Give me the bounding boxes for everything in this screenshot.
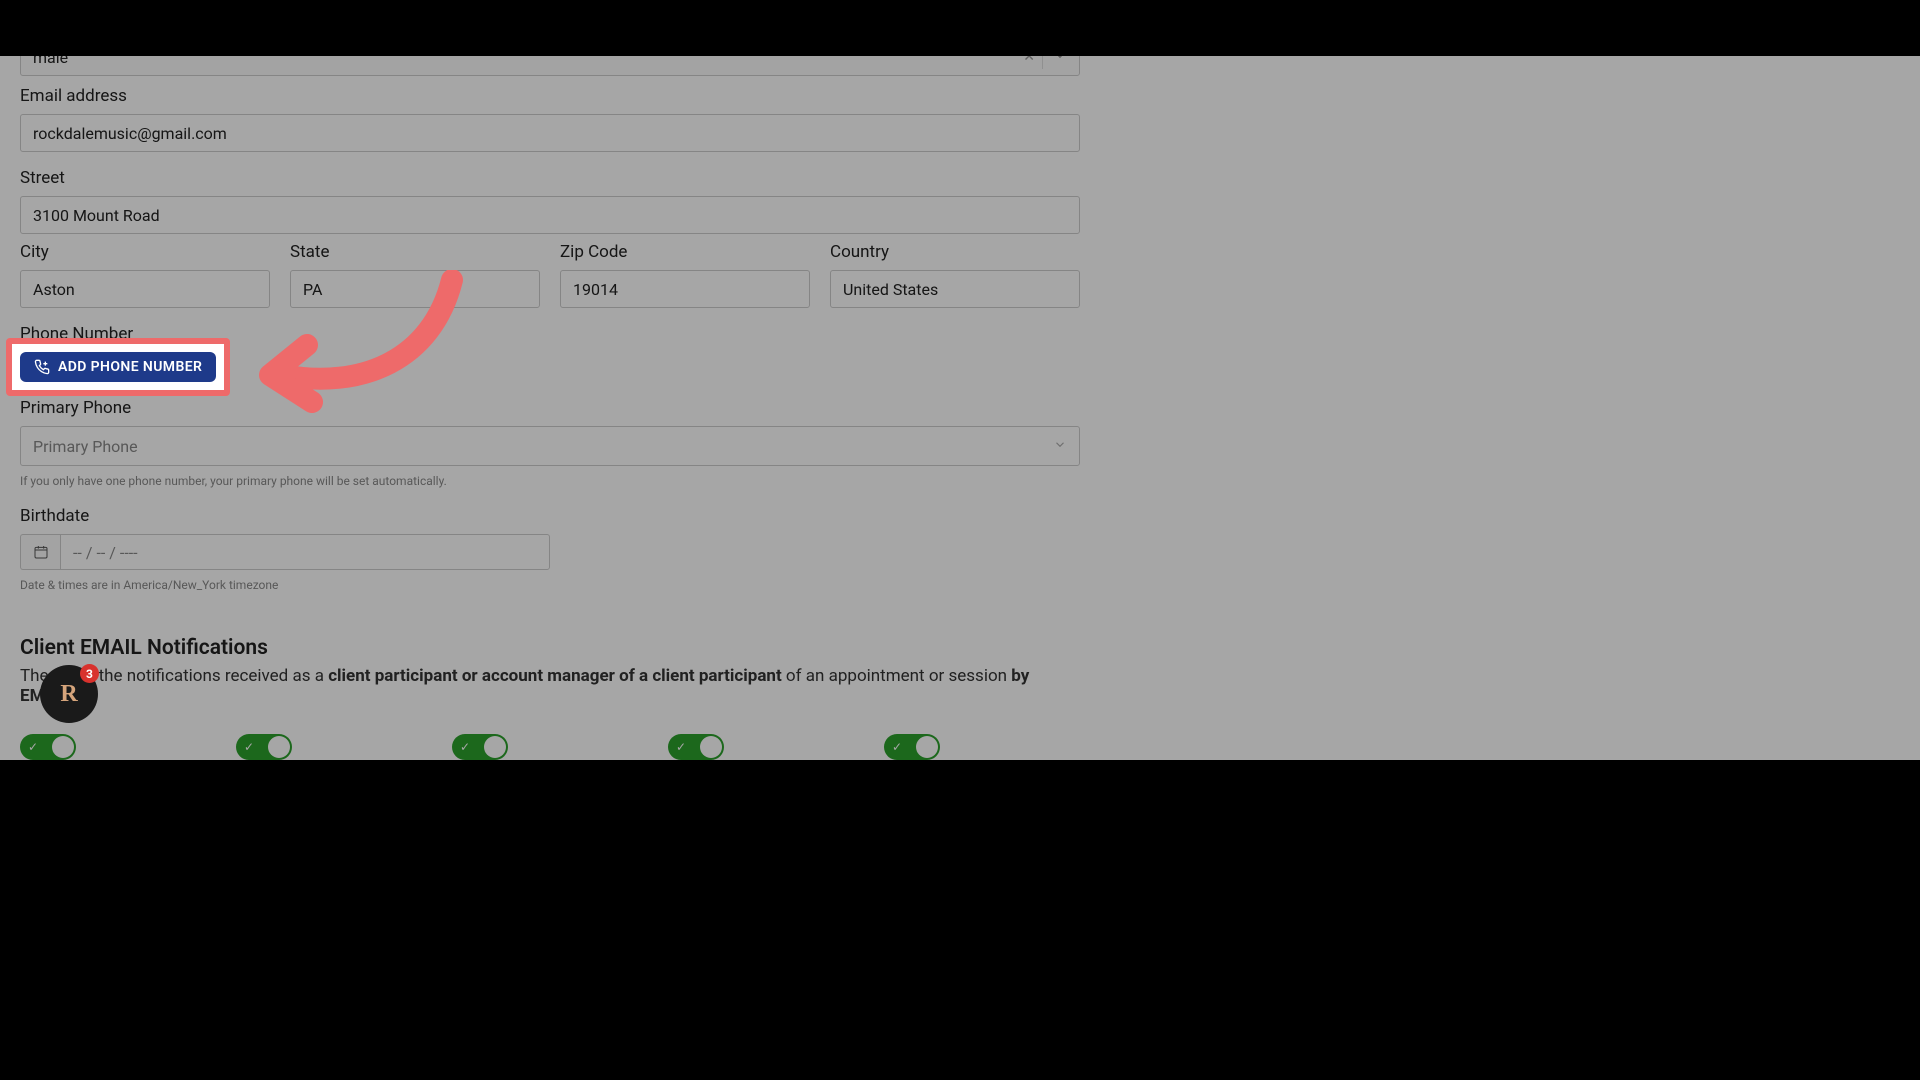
city-field[interactable]: Aston <box>20 270 270 308</box>
city-label: City <box>20 242 270 262</box>
street-field[interactable]: 3100 Mount Road <box>20 196 1080 234</box>
zip-label: Zip Code <box>560 242 810 262</box>
birthdate-yyyy: ---- <box>120 543 138 562</box>
toggle-cancellations[interactable]: ✓ <box>668 734 724 760</box>
avatar-badge: 3 <box>80 664 99 683</box>
toggle-updates[interactable]: ✓ <box>884 734 940 760</box>
country-value: United States <box>843 280 938 299</box>
zip-value: 19014 <box>573 280 618 299</box>
birthdate-input[interactable]: -- / -- / ---- <box>60 534 550 570</box>
calendar-icon[interactable] <box>20 534 60 570</box>
email-field[interactable]: rockdalemusic@gmail.com <box>20 114 1080 152</box>
country-field[interactable]: United States <box>830 270 1080 308</box>
check-icon: ✓ <box>460 740 470 754</box>
birthdate-mm: -- <box>73 543 82 562</box>
birthdate-label: Birthdate <box>20 506 1080 526</box>
toggle-reminders[interactable]: ✓ <box>20 734 76 760</box>
letterbox-top <box>0 0 1920 56</box>
state-field[interactable]: PA <box>290 270 540 308</box>
check-icon: ✓ <box>28 740 38 754</box>
email-label: Email address <box>20 86 1080 106</box>
state-label: State <box>290 242 540 262</box>
primary-phone-select[interactable]: Primary Phone <box>20 426 1080 466</box>
letterbox-bottom <box>0 760 1920 1080</box>
birthdate-field[interactable]: -- / -- / ---- <box>20 534 550 570</box>
add-phone-highlight: ADD PHONE NUMBER <box>6 338 230 396</box>
state-value: PA <box>303 280 322 299</box>
add-phone-label: ADD PHONE NUMBER <box>58 359 202 375</box>
avatar-widget[interactable]: R 3 <box>40 665 98 723</box>
add-phone-number-button[interactable]: ADD PHONE NUMBER <box>20 352 216 382</box>
check-icon: ✓ <box>676 740 686 754</box>
country-label: Country <box>830 242 1080 262</box>
birthdate-helper: Date & times are in America/New_York tim… <box>20 578 1080 592</box>
zip-field[interactable]: 19014 <box>560 270 810 308</box>
check-icon: ✓ <box>892 740 902 754</box>
email-value: rockdalemusic@gmail.com <box>33 124 227 143</box>
toggle-subscription[interactable]: ✓ <box>236 734 292 760</box>
avatar-initial: R <box>60 681 77 708</box>
street-label: Street <box>20 168 1080 188</box>
city-value: Aston <box>33 280 75 299</box>
toggle-enrollments[interactable]: ✓ <box>452 734 508 760</box>
birthdate-dd: -- <box>96 543 105 562</box>
notifications-title: Client EMAIL Notifications <box>20 636 1080 660</box>
street-value: 3100 Mount Road <box>33 206 160 225</box>
primary-phone-label: Primary Phone <box>20 398 1080 418</box>
right-empty-area <box>1456 0 1920 763</box>
phone-plus-icon <box>34 359 50 375</box>
notifications-desc: These are the notifications received as … <box>20 666 1080 706</box>
chevron-down-icon[interactable] <box>1053 437 1067 456</box>
check-icon: ✓ <box>244 740 254 754</box>
primary-phone-helper: If you only have one phone number, your … <box>20 474 1080 488</box>
primary-phone-placeholder: Primary Phone <box>33 437 138 456</box>
